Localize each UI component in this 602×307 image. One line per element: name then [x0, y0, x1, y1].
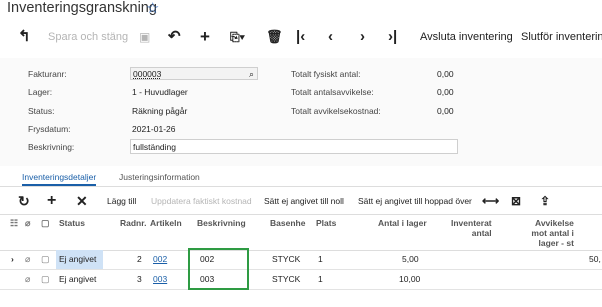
status-value: Räkning pågår: [132, 106, 188, 116]
upload-icon[interactable]: ⇪: [540, 190, 550, 212]
grid-toolbar: ↻ + ✕ Lägg till Uppdatera faktiskt kostn…: [0, 190, 602, 212]
invoice-label: Fakturanr:: [28, 69, 67, 79]
attachment-icon[interactable]: ⌀: [25, 250, 30, 269]
row-book-qty: 10,00: [399, 274, 421, 284]
back-arrow-icon[interactable]: ↰: [18, 24, 31, 50]
fit-columns-icon[interactable]: ⟷: [482, 190, 499, 212]
previous-record-icon[interactable]: ‹: [328, 24, 333, 50]
delete-row-icon[interactable]: ✕: [76, 190, 88, 212]
highlight-box: [188, 248, 249, 290]
total-cost-variance-value: 0,00: [437, 106, 454, 116]
grid-header: ☷ ⌀ ▢ Status Radnr. Artikeln Beskrivning…: [0, 214, 602, 251]
delete-trash-icon[interactable]: 🗑: [266, 24, 283, 50]
col-base-unit[interactable]: Basenhe: [270, 218, 305, 228]
col-counted-qty[interactable]: Inventerat antal: [451, 218, 492, 238]
note-icon[interactable]: ▢: [41, 250, 50, 269]
description-field[interactable]: fullständing: [130, 139, 458, 154]
table-row[interactable]: ⌀ ▢ Ej angivet 3 003 003 STYCK 1 10,00: [0, 270, 602, 290]
copy-paste-icon[interactable]: ⎘▾: [230, 24, 245, 50]
next-record-icon[interactable]: ›: [360, 24, 365, 50]
row-item-link[interactable]: 002: [153, 250, 167, 269]
add-row-icon[interactable]: +: [47, 190, 56, 212]
row-status[interactable]: Ej angivet: [56, 250, 103, 269]
col-counted-line2: antal: [471, 228, 492, 238]
update-qty-button[interactable]: Uppdatera faktiskt kostnad: [151, 190, 252, 212]
refresh-icon[interactable]: ↻: [18, 190, 30, 212]
export-excel-icon[interactable]: ⊠: [511, 190, 521, 212]
col-counted-line1: Inventerat: [451, 218, 492, 228]
row-line: 2: [137, 254, 142, 264]
set-skipped-button[interactable]: Sätt ej angivet till hoppad över: [358, 190, 472, 212]
row-base-unit[interactable]: STYCK: [272, 250, 300, 269]
freeze-date-label: Frysdatum:: [28, 124, 71, 134]
col-variance-line1: Avvikelse: [535, 218, 574, 228]
save-close-button[interactable]: Spara och stäng: [48, 24, 128, 50]
status-label: Status:: [28, 106, 55, 116]
table-row[interactable]: › ⌀ ▢ Ej angivet 2 002 002 STYCK 1 5,00 …: [0, 250, 602, 270]
description-label: Beskrivning:: [28, 142, 75, 152]
invoice-field[interactable]: 000003 ⌕: [130, 67, 258, 80]
tab-bar: Inventeringsdetaljer Justeringsinformati…: [0, 170, 602, 187]
row-base-unit[interactable]: STYCK: [272, 270, 300, 289]
col-variance-line3: lager - st: [538, 238, 574, 248]
col-item[interactable]: Artikeln: [150, 218, 182, 228]
set-null-button[interactable]: Sätt ej angivet till noll: [264, 190, 344, 212]
col-location[interactable]: Plats: [316, 218, 336, 228]
main-toolbar: ↰ Spara och stäng ▣ ↶ + ⎘▾ 🗑 |‹ ‹ › ›| A…: [0, 24, 602, 50]
row-location[interactable]: 1: [318, 250, 323, 269]
complete-inventory-button[interactable]: Avsluta inventering: [420, 24, 513, 50]
col-line[interactable]: Radnr.: [120, 218, 146, 228]
warehouse-value: 1 - Huvudlager: [132, 87, 188, 97]
col-book-qty[interactable]: Antal i lager: [378, 218, 427, 228]
undo-icon[interactable]: ↶: [168, 24, 181, 50]
first-record-icon[interactable]: |‹: [296, 24, 305, 50]
total-qty-variance-label: Totalt antalsavvikelse:: [291, 87, 374, 97]
total-physical-value: 0,00: [437, 69, 454, 79]
row-book-qty: 5,00: [402, 254, 419, 264]
tab-inventory-details[interactable]: Inventeringsdetaljer: [22, 172, 97, 186]
row-extra-value: 50,: [589, 254, 601, 264]
col-description[interactable]: Beskrivning: [197, 218, 246, 228]
row-settings-icon[interactable]: ☷: [10, 218, 18, 228]
search-icon[interactable]: ⌕: [249, 68, 254, 81]
col-variance-line2: mot antal i: [531, 228, 574, 238]
favorite-star-icon[interactable]: ☆: [146, 0, 159, 17]
last-record-icon[interactable]: ›|: [388, 24, 397, 50]
save-icon[interactable]: ▣: [139, 24, 150, 50]
row-status[interactable]: Ej angivet: [59, 270, 96, 289]
page-title: Inventeringsgranskning: [7, 0, 157, 16]
total-qty-variance-value: 0,00: [437, 87, 454, 97]
total-cost-variance-label: Totalt avvikelsekostnad:: [291, 106, 381, 116]
col-variance[interactable]: Avvikelse mot antal i lager - st: [523, 218, 574, 248]
row-item-link[interactable]: 003: [153, 270, 167, 289]
row-location[interactable]: 1: [318, 270, 323, 289]
row-line: 3: [137, 274, 142, 284]
add-line-button[interactable]: Lägg till: [107, 190, 136, 212]
total-physical-label: Totalt fysiskt antal:: [291, 69, 361, 79]
finish-inventory-button[interactable]: Slutför inventering: [521, 24, 602, 50]
note-icon[interactable]: ▢: [41, 270, 50, 289]
warehouse-label: Lager:: [28, 87, 53, 97]
attachment-icon: ⌀: [25, 218, 31, 228]
attachment-icon[interactable]: ⌀: [25, 270, 30, 289]
col-status[interactable]: Status: [59, 218, 85, 228]
row-pointer-icon: ›: [11, 254, 14, 264]
add-icon[interactable]: +: [200, 24, 210, 50]
tab-adjustment-info[interactable]: Justeringsinformation: [119, 172, 200, 182]
freeze-date-value: 2021-01-26: [132, 124, 176, 134]
invoice-value: 000003: [133, 69, 162, 79]
note-icon: ▢: [41, 218, 50, 228]
